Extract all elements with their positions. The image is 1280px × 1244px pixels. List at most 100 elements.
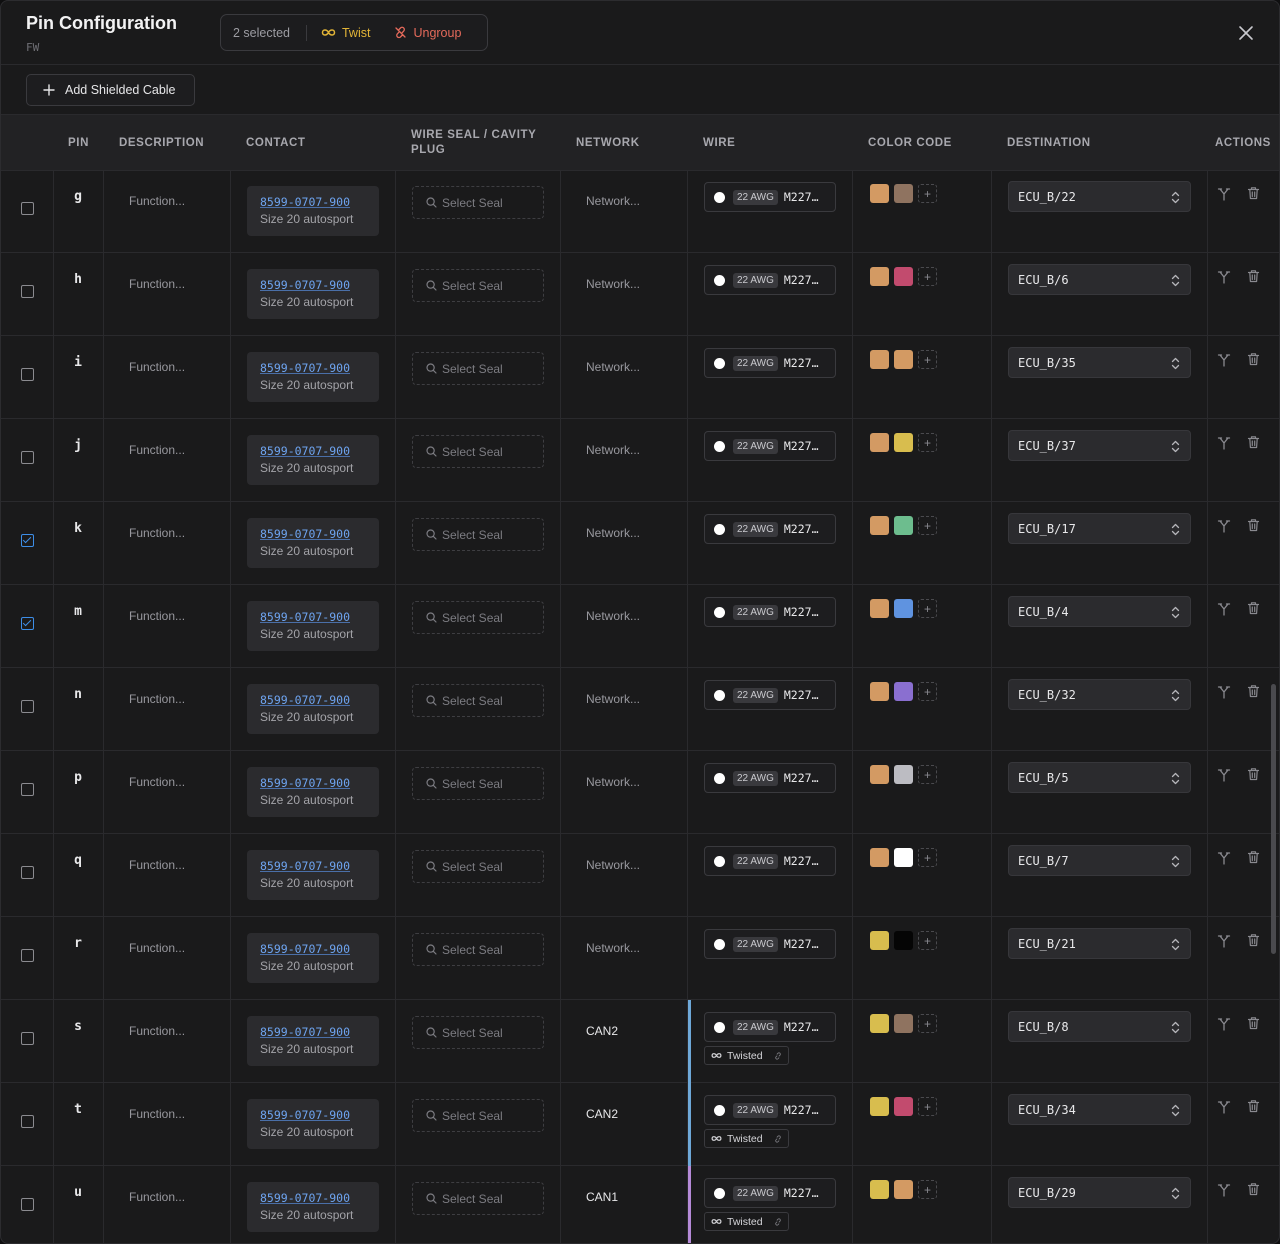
description-field[interactable]: Function... [129, 858, 185, 872]
delete-row-button[interactable] [1247, 269, 1260, 288]
description-field[interactable]: Function... [129, 692, 185, 706]
delete-row-button[interactable] [1247, 767, 1260, 786]
color-swatch[interactable] [870, 848, 889, 867]
delete-row-button[interactable] [1247, 850, 1260, 869]
description-field[interactable]: Function... [129, 1024, 185, 1038]
twisted-badge[interactable]: Twisted [704, 1129, 789, 1148]
twist-button[interactable]: Twist [321, 26, 370, 40]
destination-select[interactable]: ECU_B/37 [1008, 430, 1191, 461]
contact-part-number-link[interactable]: 8599-0707-900 [260, 278, 379, 293]
delete-row-button[interactable] [1247, 1016, 1260, 1035]
contact-cell[interactable]: 8599-0707-900 Size 20 autosport [247, 767, 379, 817]
wire-select[interactable]: 22 AWG M227… [704, 1178, 836, 1208]
color-swatch[interactable] [894, 765, 913, 784]
color-swatch[interactable] [870, 350, 889, 369]
add-color-button[interactable]: + [918, 931, 937, 950]
wire-select[interactable]: 22 AWG M227… [704, 929, 836, 959]
twisted-badge[interactable]: Twisted [704, 1212, 789, 1231]
delete-row-button[interactable] [1247, 684, 1260, 703]
destination-select[interactable]: ECU_B/6 [1008, 264, 1191, 295]
contact-part-number-link[interactable]: 8599-0707-900 [260, 1191, 379, 1206]
contact-cell[interactable]: 8599-0707-900 Size 20 autosport [247, 269, 379, 319]
row-checkbox[interactable] [21, 451, 34, 464]
color-swatch[interactable] [894, 350, 913, 369]
split-wire-button[interactable] [1217, 768, 1231, 787]
row-checkbox[interactable] [21, 1198, 34, 1211]
select-seal-button[interactable]: Select Seal [412, 435, 544, 468]
row-checkbox[interactable] [21, 1115, 34, 1128]
wire-select[interactable]: 22 AWG M227… [704, 597, 836, 627]
select-seal-button[interactable]: Select Seal [412, 1182, 544, 1215]
split-wire-button[interactable] [1217, 353, 1231, 372]
select-seal-button[interactable]: Select Seal [412, 269, 544, 302]
network-field[interactable]: Network... [586, 360, 640, 374]
color-swatch[interactable] [894, 1097, 913, 1116]
wire-select[interactable]: 22 AWG M227… [704, 763, 836, 793]
split-wire-button[interactable] [1217, 1183, 1231, 1202]
contact-part-number-link[interactable]: 8599-0707-900 [260, 195, 379, 210]
color-swatch[interactable] [894, 931, 913, 950]
select-seal-button[interactable]: Select Seal [412, 767, 544, 800]
contact-part-number-link[interactable]: 8599-0707-900 [260, 361, 379, 376]
color-swatch[interactable] [870, 765, 889, 784]
add-color-button[interactable]: + [918, 1097, 937, 1116]
wire-select[interactable]: 22 AWG M227… [704, 431, 836, 461]
color-swatch[interactable] [870, 1014, 889, 1033]
row-checkbox[interactable] [21, 285, 34, 298]
select-seal-button[interactable]: Select Seal [412, 518, 544, 551]
delete-row-button[interactable] [1247, 1182, 1260, 1201]
split-wire-button[interactable] [1217, 685, 1231, 704]
split-wire-button[interactable] [1217, 934, 1231, 953]
wire-select[interactable]: 22 AWG M227… [704, 1012, 836, 1042]
color-swatch[interactable] [870, 516, 889, 535]
add-color-button[interactable]: + [918, 433, 937, 452]
description-field[interactable]: Function... [129, 360, 185, 374]
row-checkbox[interactable] [21, 866, 34, 879]
contact-cell[interactable]: 8599-0707-900 Size 20 autosport [247, 186, 379, 236]
split-wire-button[interactable] [1217, 187, 1231, 206]
split-wire-button[interactable] [1217, 851, 1231, 870]
wire-select[interactable]: 22 AWG M227… [704, 182, 836, 212]
description-field[interactable]: Function... [129, 526, 185, 540]
description-field[interactable]: Function... [129, 443, 185, 457]
row-checkbox[interactable] [21, 949, 34, 962]
network-field[interactable]: Network... [586, 609, 640, 623]
destination-select[interactable]: ECU_B/5 [1008, 762, 1191, 793]
delete-row-button[interactable] [1247, 933, 1260, 952]
contact-part-number-link[interactable]: 8599-0707-900 [260, 693, 379, 708]
contact-part-number-link[interactable]: 8599-0707-900 [260, 527, 379, 542]
select-seal-button[interactable]: Select Seal [412, 850, 544, 883]
row-checkbox[interactable] [21, 783, 34, 796]
select-seal-button[interactable]: Select Seal [412, 1016, 544, 1049]
add-color-button[interactable]: + [918, 1014, 937, 1033]
delete-row-button[interactable] [1247, 1099, 1260, 1118]
wire-select[interactable]: 22 AWG M227… [704, 265, 836, 295]
row-checkbox[interactable] [21, 202, 34, 215]
contact-part-number-link[interactable]: 8599-0707-900 [260, 1025, 379, 1040]
select-seal-button[interactable]: Select Seal [412, 684, 544, 717]
wire-select[interactable]: 22 AWG M227… [704, 514, 836, 544]
contact-cell[interactable]: 8599-0707-900 Size 20 autosport [247, 850, 379, 900]
destination-select[interactable]: ECU_B/35 [1008, 347, 1191, 378]
delete-row-button[interactable] [1247, 352, 1260, 371]
wire-select[interactable]: 22 AWG M227… [704, 846, 836, 876]
add-color-button[interactable]: + [918, 765, 937, 784]
description-field[interactable]: Function... [129, 1190, 185, 1204]
select-seal-button[interactable]: Select Seal [412, 186, 544, 219]
contact-part-number-link[interactable]: 8599-0707-900 [260, 776, 379, 791]
add-color-button[interactable]: + [918, 184, 937, 203]
contact-cell[interactable]: 8599-0707-900 Size 20 autosport [247, 1016, 379, 1066]
destination-select[interactable]: ECU_B/4 [1008, 596, 1191, 627]
network-field[interactable]: Network... [586, 526, 640, 540]
contact-cell[interactable]: 8599-0707-900 Size 20 autosport [247, 1182, 379, 1232]
add-color-button[interactable]: + [918, 350, 937, 369]
row-checkbox[interactable] [21, 1032, 34, 1045]
color-swatch[interactable] [894, 433, 913, 452]
color-swatch[interactable] [870, 433, 889, 452]
destination-select[interactable]: ECU_B/32 [1008, 679, 1191, 710]
split-wire-button[interactable] [1217, 519, 1231, 538]
close-button[interactable] [1235, 22, 1257, 44]
delete-row-button[interactable] [1247, 435, 1260, 454]
split-wire-button[interactable] [1217, 436, 1231, 455]
add-color-button[interactable]: + [918, 848, 937, 867]
